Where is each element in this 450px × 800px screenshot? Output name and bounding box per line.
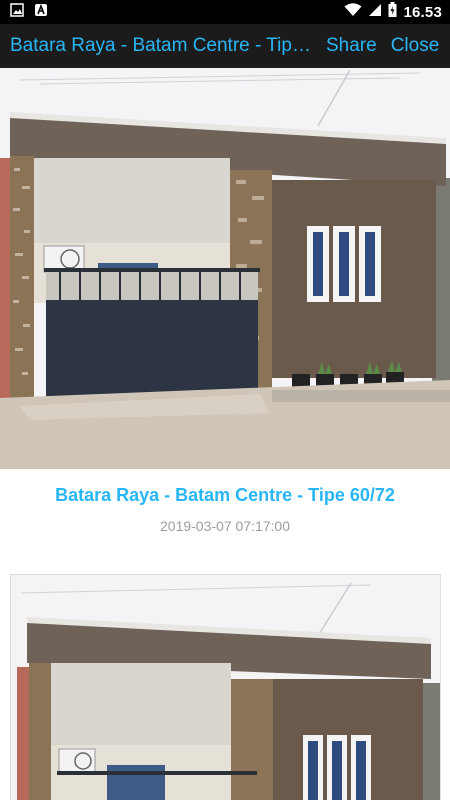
status-time: 16.53 <box>403 3 442 21</box>
app-notification-icon <box>34 3 48 22</box>
next-post-card[interactable] <box>10 574 441 800</box>
status-bar: 16.53 <box>0 0 450 24</box>
house-photo[interactable] <box>0 68 450 469</box>
house-photo-2[interactable] <box>11 575 441 800</box>
post-title[interactable]: Batara Raya - Batam Centre - Tipe 60/72 <box>0 485 450 506</box>
page-title: Batara Raya - Batam Centre - Tipe 60/72 <box>10 35 312 56</box>
app-bar: Batara Raya - Batam Centre - Tipe 60/72 … <box>0 24 450 68</box>
share-button[interactable]: Share <box>326 35 377 57</box>
wifi-icon <box>344 2 362 22</box>
close-button[interactable]: Close <box>391 35 440 57</box>
image-notification-icon <box>10 2 24 22</box>
post-content: Batara Raya - Batam Centre - Tipe 60/72 … <box>0 68 450 800</box>
battery-icon <box>388 2 397 22</box>
signal-icon <box>368 3 382 22</box>
post-date: 2019-03-07 07:17:00 <box>160 518 290 534</box>
